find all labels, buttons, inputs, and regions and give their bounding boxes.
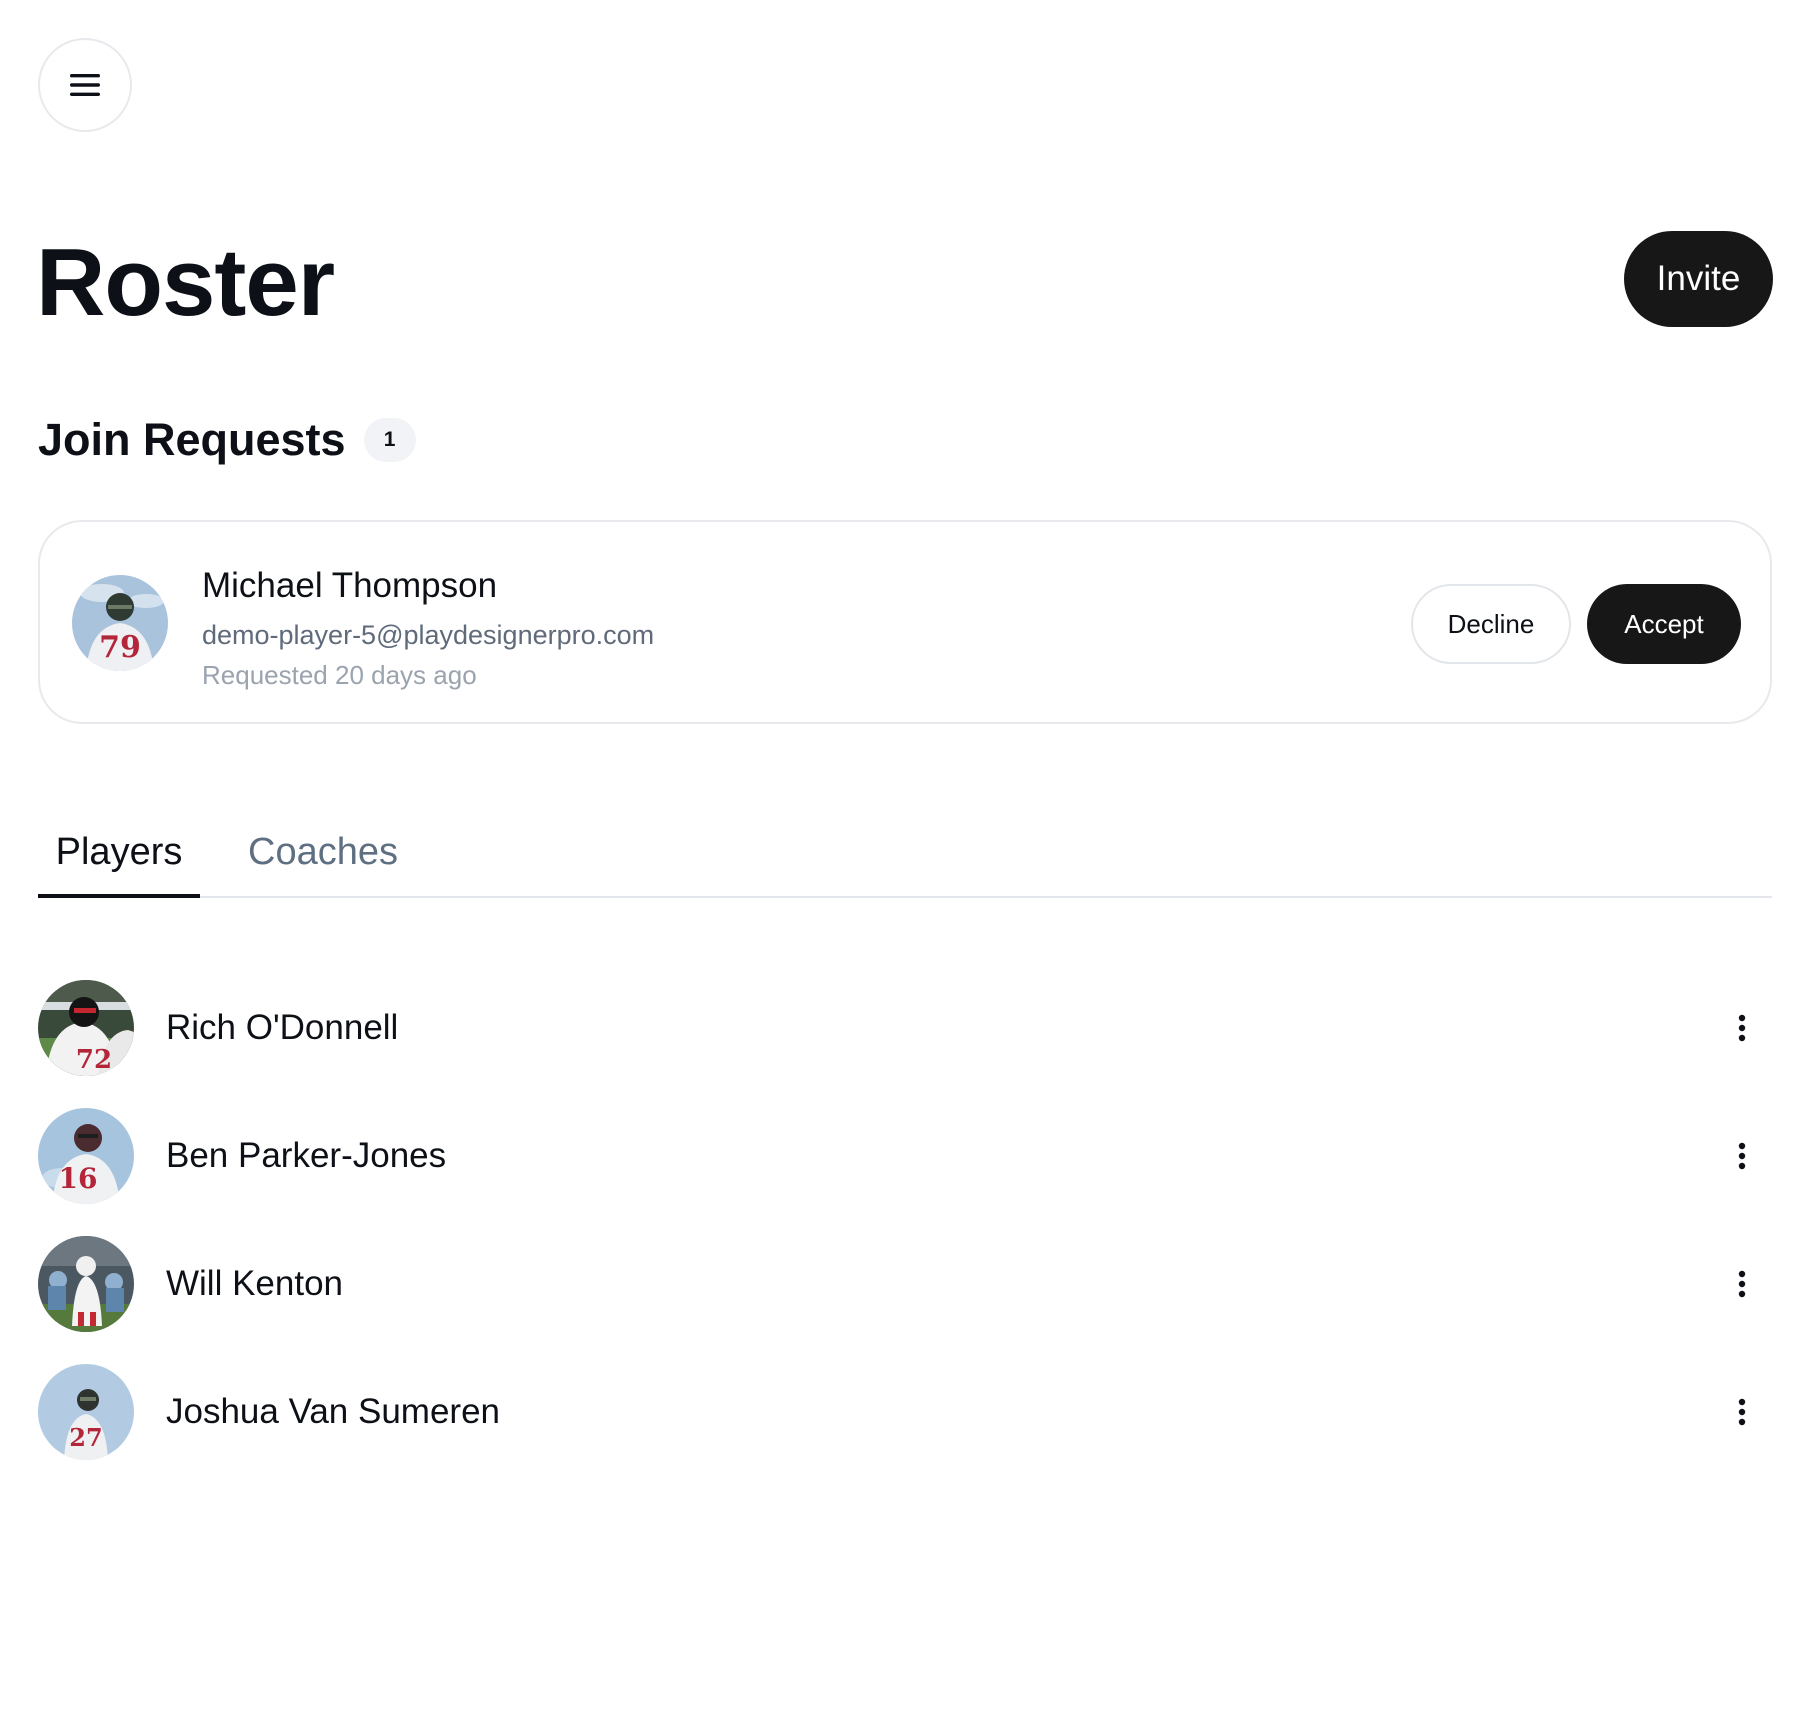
- join-requests-count-badge: 1: [363, 418, 416, 462]
- list-item[interactable]: 27 Joshua Van Sumeren: [38, 1364, 1772, 1460]
- player-name: Rich O'Donnell: [166, 1008, 399, 1047]
- player-name: Ben Parker-Jones: [166, 1136, 447, 1175]
- avatar: 27: [38, 1364, 134, 1460]
- accept-button[interactable]: Accept: [1587, 584, 1741, 664]
- hamburger-menu-icon: [70, 74, 100, 96]
- avatar: [38, 1236, 134, 1332]
- avatar: 79: [72, 575, 168, 671]
- more-vertical-icon: [1738, 1270, 1746, 1298]
- player-options-button[interactable]: [1716, 1386, 1768, 1438]
- request-timestamp: Requested 20 days ago: [202, 660, 477, 690]
- player-options-button[interactable]: [1716, 1258, 1768, 1310]
- avatar: 16: [38, 1108, 134, 1204]
- menu-button[interactable]: [38, 38, 132, 132]
- more-vertical-icon: [1738, 1014, 1746, 1042]
- avatar: 72: [38, 980, 134, 1076]
- more-vertical-icon: [1738, 1142, 1746, 1170]
- player-list: 72 Rich O'Donnell 16 Ben Parker-Jones Wi…: [38, 980, 1772, 1492]
- roster-tabs: Players Coaches: [38, 810, 1772, 898]
- tab-coaches[interactable]: Coaches: [248, 810, 398, 898]
- more-vertical-icon: [1738, 1398, 1746, 1426]
- requester-name: Michael Thompson: [202, 566, 498, 605]
- jersey-number: 27: [69, 1423, 102, 1452]
- player-options-button[interactable]: [1716, 1002, 1768, 1054]
- jersey-number: 72: [76, 1045, 112, 1075]
- list-item[interactable]: Will Kenton: [38, 1236, 1772, 1332]
- player-name: Joshua Van Sumeren: [166, 1392, 501, 1431]
- list-item[interactable]: 72 Rich O'Donnell: [38, 980, 1772, 1076]
- list-item[interactable]: 16 Ben Parker-Jones: [38, 1108, 1772, 1204]
- join-request-card: 79 Michael Thompson demo-player-5@playde…: [38, 520, 1772, 724]
- join-requests-header: Join Requests 1: [38, 410, 416, 470]
- player-name: Will Kenton: [166, 1264, 344, 1303]
- jersey-number: 79: [99, 630, 141, 665]
- decline-button[interactable]: Decline: [1411, 584, 1571, 664]
- player-options-button[interactable]: [1716, 1130, 1768, 1182]
- jersey-number: 16: [59, 1162, 98, 1195]
- tab-players[interactable]: Players: [38, 810, 200, 898]
- page-title: Roster: [36, 229, 335, 336]
- invite-button[interactable]: Invite: [1624, 231, 1773, 327]
- requester-email: demo-player-5@playdesignerpro.com: [202, 620, 655, 650]
- join-requests-title: Join Requests: [38, 414, 346, 465]
